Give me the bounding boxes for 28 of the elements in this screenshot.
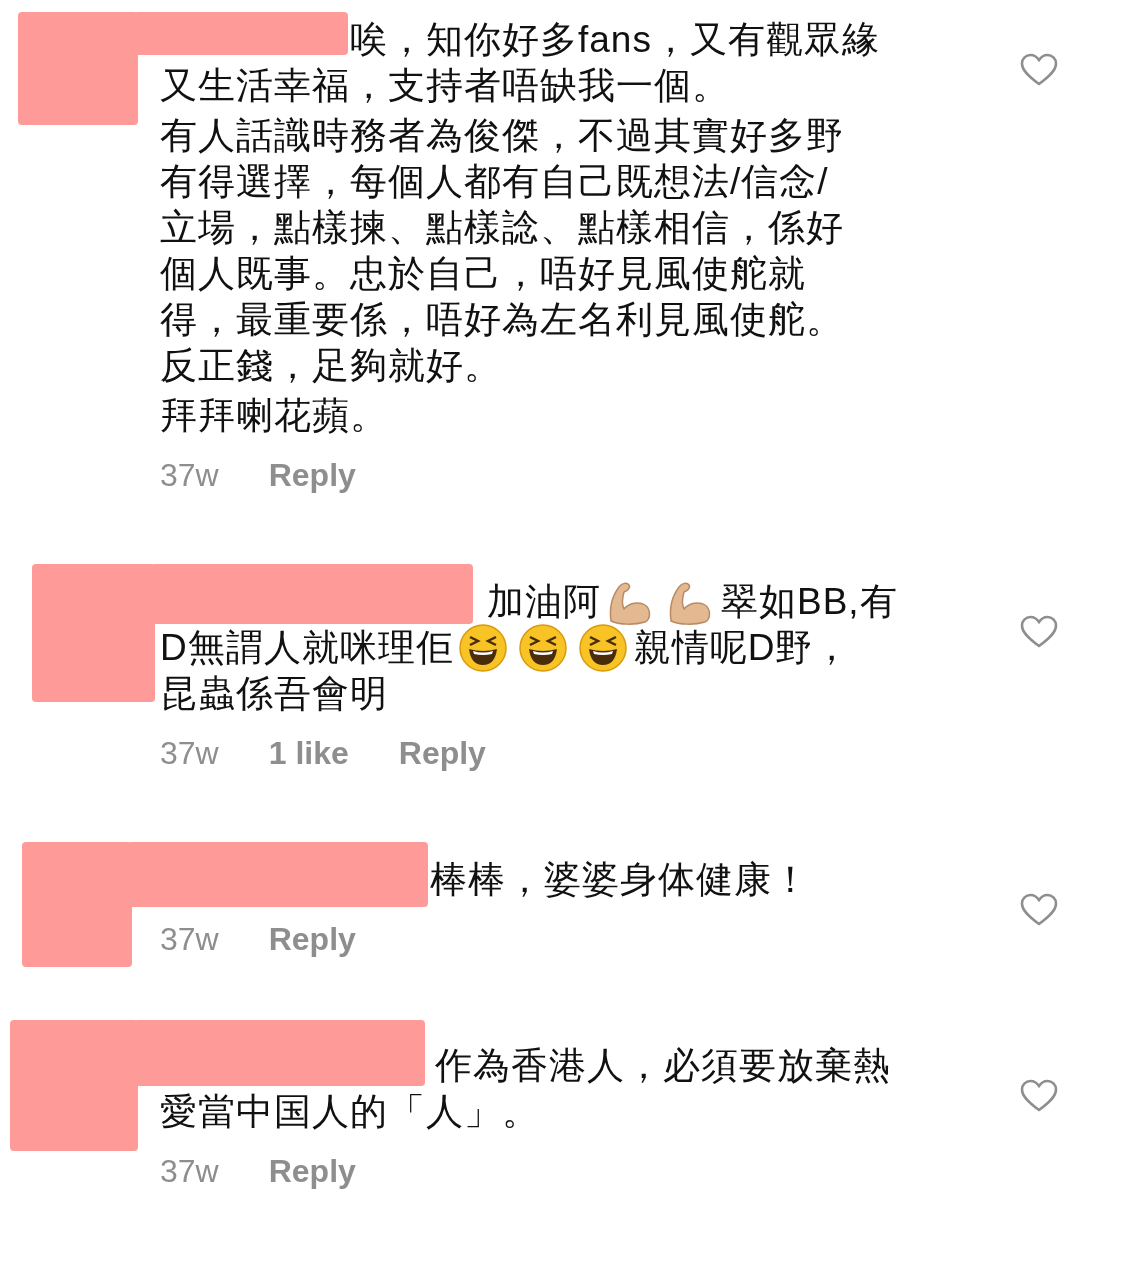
heart-icon[interactable] [1020,53,1058,87]
comment-text: 作為香港人，必須要放棄熱 [435,1044,891,1088]
comment-text: 有人話識時務者為俊傑，不過其實好多野 有得選擇，每個人都有自己既想法/信念/ 立場，點樣揀、點樣諗、點樣相信，係好 個人既事。忠於自己，唔好見風使舵就 得，最重要係，唔好為左名利見風使舵。 反正錢，足夠就好。 [160,114,844,388]
comment-text: 愛當中国人的「人」。 [160,1090,540,1134]
laughing-face-icon [577,623,628,673]
comment-text: 棒棒，婆婆身体健康！ [430,858,810,902]
comment-text: 拜拜喇花蘋。 [160,394,388,438]
comment-text: 加油阿 [487,580,601,624]
reply-link[interactable]: Reply [268,1151,356,1191]
likes-link[interactable]: 1 like [268,733,349,773]
comment-text: D無謂人就咪理佢 [160,626,454,670]
comment-time: 37w [160,456,219,495]
laughing-face-icon [457,623,508,673]
comment-text: 親情呢D野， [633,626,852,670]
comment-time: 37w [160,1152,219,1191]
reply-link[interactable]: Reply [268,919,356,959]
laughing-face-icon [517,623,568,673]
heart-icon[interactable] [1020,1079,1058,1113]
comment-text: 翠如BB,有 [721,580,898,624]
heart-icon[interactable] [1020,893,1058,927]
heart-icon[interactable] [1020,615,1058,649]
comment-text: 昆蟲係吾會明 [160,672,388,716]
reply-link[interactable]: Reply [268,455,356,495]
comment-time: 37w [160,920,219,959]
comment-text: 唉，知你好多fans，又有觀眾緣 [350,18,880,62]
comment-text: 又生活幸福，支持者唔缺我一個。 [160,64,730,108]
comment-time: 37w [160,734,219,773]
reply-link[interactable]: Reply [398,733,486,773]
